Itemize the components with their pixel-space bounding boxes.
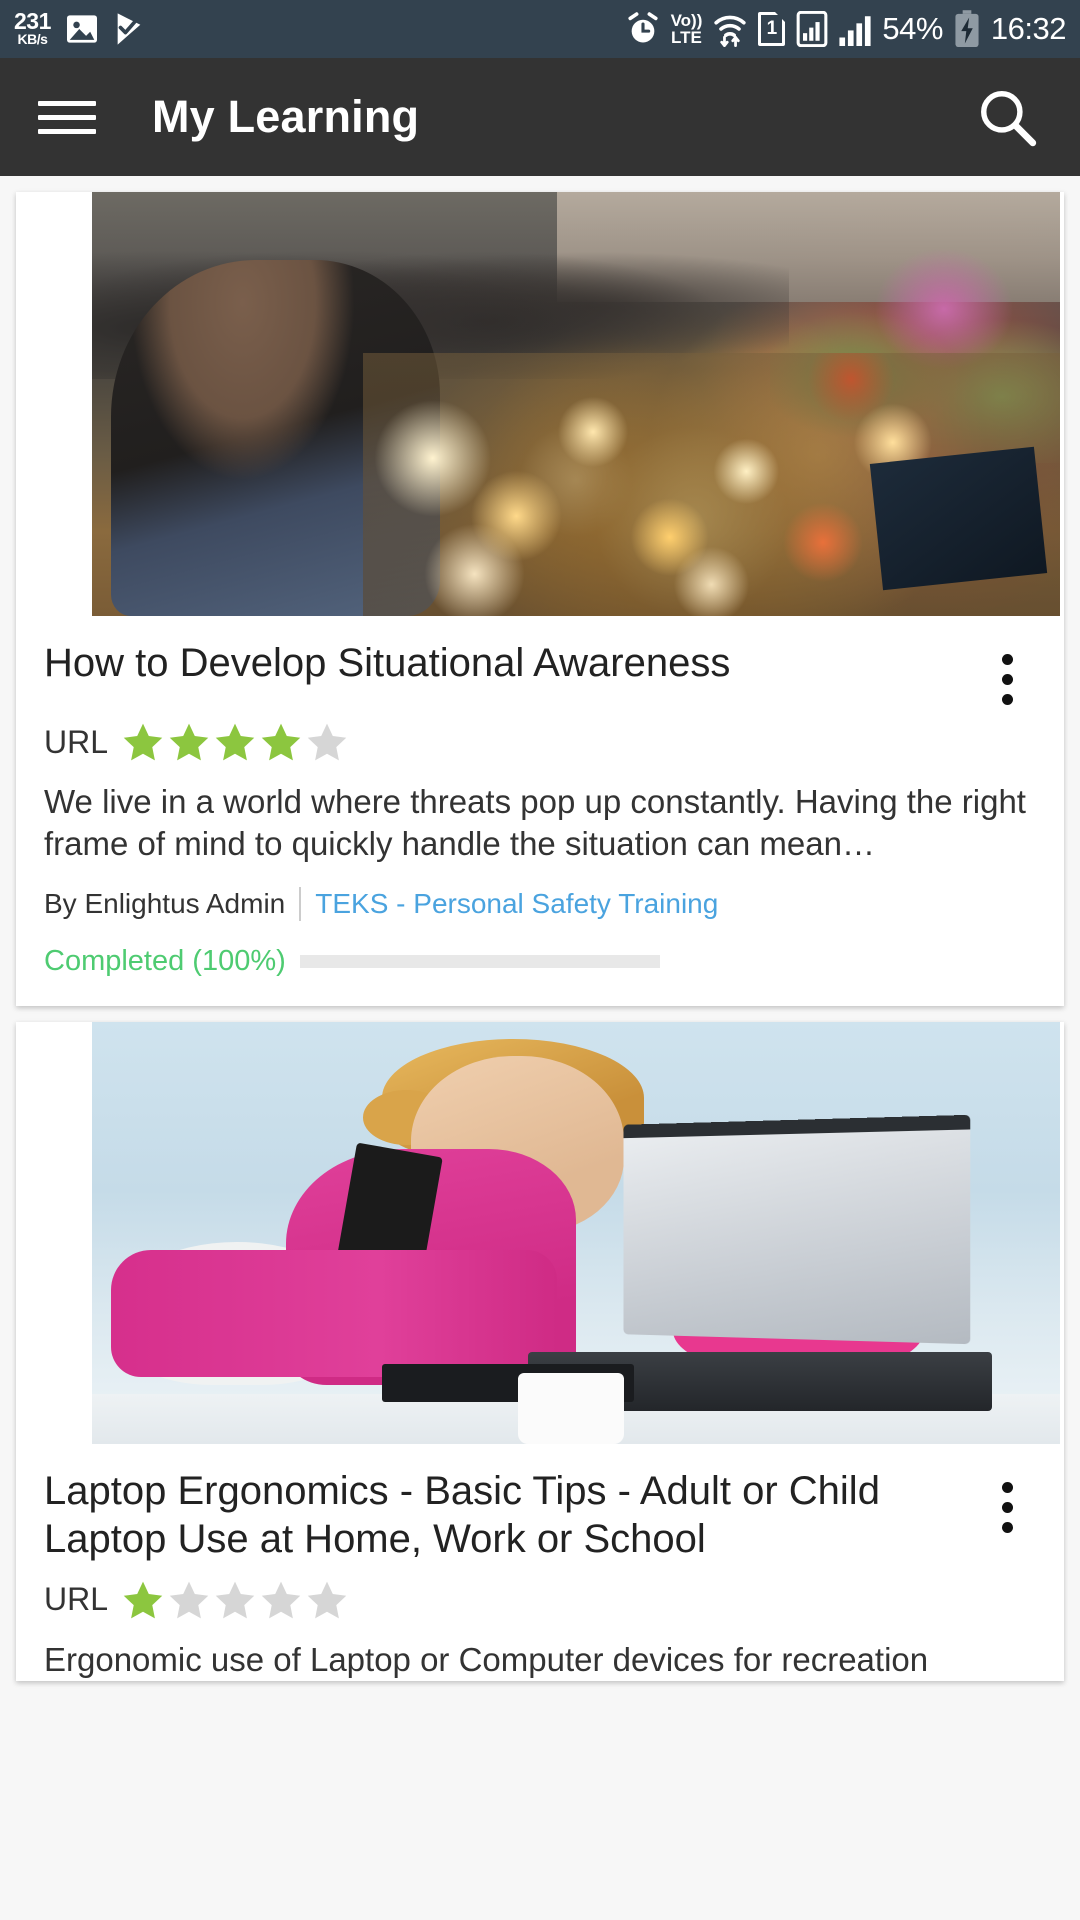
hamburger-line	[38, 128, 96, 134]
play-protect-icon	[113, 12, 145, 46]
course-rating-row: URL	[44, 1579, 1036, 1621]
photo-laptop-lid	[623, 1114, 971, 1345]
course-card[interactable]: Laptop Ergonomics - Basic Tips - Adult o…	[16, 1022, 1064, 1682]
photo-memorial-sign	[869, 446, 1047, 591]
course-card-body: How to Develop Situational Awareness URL…	[16, 616, 1064, 1006]
photo-mug	[517, 1372, 625, 1445]
course-title[interactable]: How to Develop Situational Awareness	[44, 640, 978, 687]
network-speed-unit: KB/s	[17, 31, 48, 48]
rating-stars[interactable]	[122, 1579, 348, 1621]
kebab-dot	[1001, 1522, 1013, 1534]
kebab-dot	[1001, 674, 1013, 685]
sim-number: 1	[766, 18, 778, 39]
app-toolbar: My Learning	[0, 58, 1080, 176]
course-title-row: How to Develop Situational Awareness	[44, 616, 1036, 705]
course-title[interactable]: Laptop Ergonomics - Basic Tips - Adult o…	[44, 1468, 978, 1562]
kebab-dot	[1001, 654, 1013, 665]
woman-behind-laptop-photo	[92, 1022, 1060, 1445]
course-card-body: Laptop Ergonomics - Basic Tips - Adult o…	[16, 1444, 1064, 1681]
progress-label: Completed (100%)	[44, 945, 286, 978]
star-filled-icon[interactable]	[122, 1579, 164, 1621]
course-description: Ergonomic use of Laptop or Computer devi…	[44, 1640, 929, 1678]
page-title: My Learning	[152, 91, 420, 142]
star-empty-icon[interactable]	[306, 721, 348, 763]
star-filled-icon[interactable]	[168, 721, 210, 763]
hamburger-line	[38, 114, 96, 120]
course-card[interactable]: How to Develop Situational Awareness URL…	[16, 192, 1064, 1007]
course-meta-row: By Enlightus Admin TEKS - Personal Safet…	[44, 887, 1036, 922]
volte-line1: Vo))	[670, 11, 703, 30]
star-empty-icon[interactable]	[306, 1579, 348, 1621]
course-rating-row: URL	[44, 721, 1036, 763]
star-empty-icon[interactable]	[214, 1579, 256, 1621]
star-empty-icon[interactable]	[168, 1579, 210, 1621]
course-thumbnail	[92, 1022, 1060, 1445]
alarm-clock-icon	[626, 12, 660, 46]
signal-boxed-icon	[796, 11, 828, 47]
signal-bars-icon	[839, 12, 871, 46]
hamburger-line	[38, 100, 96, 106]
candlelight-vigil-photo	[92, 192, 1060, 616]
wifi-icon	[713, 11, 747, 47]
status-bar: 231 KB/s Vo)) LTE 1 54% 16:32	[0, 0, 1080, 58]
course-author: By Enlightus Admin	[44, 888, 286, 920]
kebab-dot	[1001, 694, 1013, 705]
network-speed-value: 231	[14, 8, 51, 35]
course-title-row: Laptop Ergonomics - Basic Tips - Adult o…	[44, 1444, 1036, 1562]
sim-card-icon: 1	[758, 12, 786, 46]
course-description: We live in a world where threats pop up …	[44, 783, 1026, 863]
overflow-menu-icon[interactable]	[978, 1468, 1036, 1534]
star-filled-icon[interactable]	[122, 721, 164, 763]
rating-stars[interactable]	[122, 721, 348, 763]
kebab-dot	[1001, 1502, 1013, 1514]
battery-charging-icon	[954, 10, 980, 48]
course-progress-row: Completed (100%)	[44, 945, 1036, 1006]
volte-line2: LTE	[671, 28, 702, 47]
course-category-link[interactable]: TEKS - Personal Safety Training	[301, 888, 718, 920]
status-bar-left: 231 KB/s	[14, 8, 145, 48]
volte-icon: Vo)) LTE	[671, 12, 703, 46]
course-type-label: URL	[44, 1581, 109, 1618]
star-empty-icon[interactable]	[260, 1579, 302, 1621]
star-filled-icon[interactable]	[260, 721, 302, 763]
overflow-menu-icon[interactable]	[978, 640, 1036, 705]
clock: 16:32	[990, 11, 1067, 46]
network-speed-indicator: 231 KB/s	[14, 8, 51, 48]
star-filled-icon[interactable]	[214, 721, 256, 763]
kebab-dot	[1001, 1482, 1013, 1494]
search-icon[interactable]	[972, 82, 1042, 152]
progress-track	[299, 955, 660, 969]
status-bar-right: Vo)) LTE 1 54% 16:32	[626, 10, 1067, 48]
image-icon	[65, 14, 99, 44]
photo-arm	[111, 1250, 557, 1377]
battery-percent: 54%	[882, 11, 943, 46]
course-type-label: URL	[44, 723, 109, 760]
course-thumbnail	[92, 192, 1060, 616]
hamburger-menu-icon[interactable]	[38, 100, 96, 134]
course-list: How to Develop Situational Awareness URL…	[0, 192, 1080, 1682]
